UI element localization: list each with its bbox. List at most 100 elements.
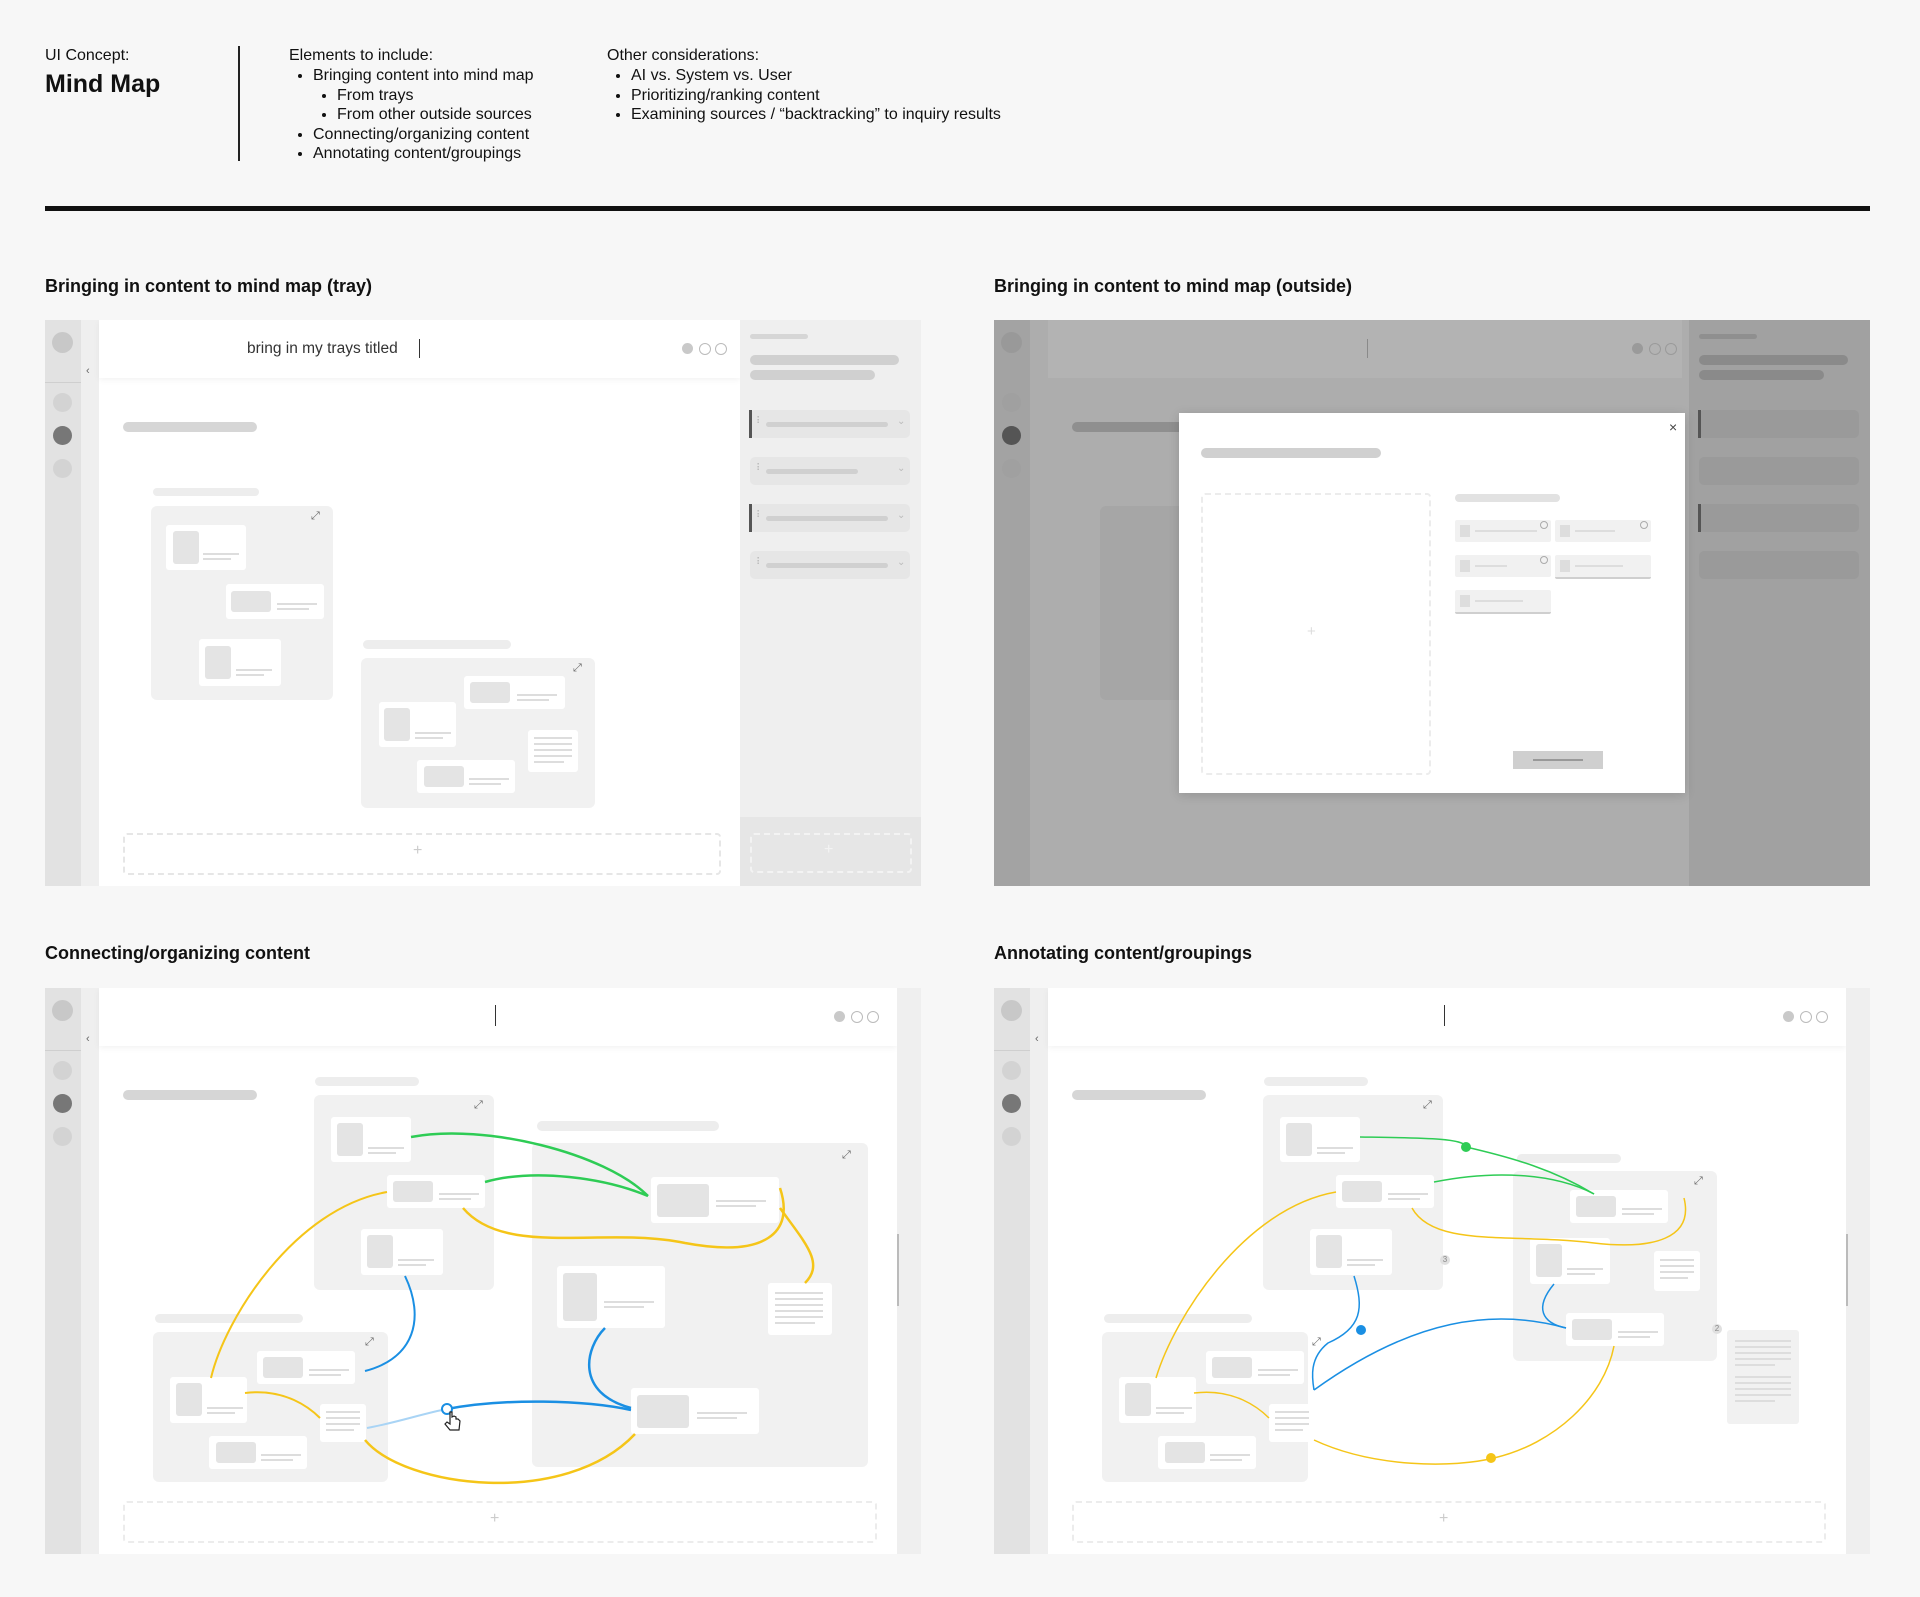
card-line xyxy=(517,699,549,701)
tray-panel-title xyxy=(1699,370,1824,380)
add-icon[interactable]: + xyxy=(490,1510,499,1528)
connection-green[interactable] xyxy=(1359,1136,1595,1195)
connection-blue[interactable] xyxy=(446,1400,632,1412)
chevron-down-icon[interactable]: ⌄ xyxy=(897,416,905,427)
import-modal: × + xyxy=(1179,413,1685,793)
confirm-button-label-placeholder xyxy=(1533,759,1583,761)
source-chip-line xyxy=(1475,530,1537,532)
chevron-down-icon[interactable]: ⌄ xyxy=(897,557,905,568)
rail-nav-item-active xyxy=(1002,426,1021,445)
rail-nav-item xyxy=(1002,459,1021,478)
elements-subitem: From trays xyxy=(337,86,534,106)
connection-blue[interactable] xyxy=(588,1327,632,1410)
note-line xyxy=(534,743,572,745)
elements-subitem: From other outside sources xyxy=(337,105,534,125)
collapse-icon[interactable]: ‹ xyxy=(86,365,90,377)
page-indicator-dot xyxy=(1665,343,1677,355)
connection-green[interactable] xyxy=(1433,1174,1595,1195)
annotation-node-green[interactable] xyxy=(1461,1142,1471,1152)
page-indicator-dot[interactable] xyxy=(715,343,727,355)
page-indicator-dot[interactable] xyxy=(682,343,693,354)
rail-nav-item[interactable] xyxy=(53,393,72,412)
remove-icon[interactable] xyxy=(1640,521,1648,529)
tray-panel-title xyxy=(1699,355,1848,365)
connection-yellow[interactable] xyxy=(210,1191,388,1379)
connection-yellow[interactable] xyxy=(1313,1345,1615,1465)
connection-yellow[interactable] xyxy=(364,1433,636,1485)
source-chip-thumbnail xyxy=(1460,560,1470,572)
connection-green[interactable] xyxy=(410,1132,649,1197)
note-line xyxy=(534,761,564,763)
connection-yellow[interactable] xyxy=(1155,1191,1337,1379)
mindmap-frame-tray: ‹ bring in my trays titled ⤢ ⤢ + ⠇ ⌄ ⠇ ⌄… xyxy=(45,320,921,886)
card-thumbnail xyxy=(231,591,271,612)
annotation-node-yellow[interactable] xyxy=(1486,1453,1496,1463)
connection-blue[interactable] xyxy=(1542,1283,1567,1329)
add-icon[interactable]: + xyxy=(1307,623,1316,640)
expand-icon[interactable]: ⤢ xyxy=(311,510,320,523)
tray-item-selected-marker xyxy=(1698,504,1701,532)
elements-title: Elements to include: xyxy=(289,47,434,64)
considerations-item: Examining sources / “backtracking” to in… xyxy=(631,105,1001,125)
chevron-down-icon[interactable]: ⌄ xyxy=(897,463,905,474)
source-chip-thumbnail xyxy=(1560,560,1570,572)
tray-item-label xyxy=(766,563,888,568)
chevron-down-icon[interactable]: ⌄ xyxy=(897,510,905,521)
connection-yellow[interactable] xyxy=(778,1207,815,1284)
rail-divider xyxy=(45,382,81,383)
collapse-strip xyxy=(81,320,99,886)
card-thumbnail xyxy=(384,708,410,741)
card-line xyxy=(203,558,231,560)
tray-panel xyxy=(1689,320,1870,886)
card-line xyxy=(277,603,317,605)
connection-yellow[interactable] xyxy=(244,1391,321,1419)
source-chip-line xyxy=(1475,565,1507,567)
rail-nav-item-active[interactable] xyxy=(53,426,72,445)
tray-item xyxy=(1699,504,1859,532)
connection-yellow[interactable] xyxy=(1411,1197,1687,1246)
source-chip-thumbnail xyxy=(1460,595,1470,607)
section-title-tray: Bringing in content to mind map (tray) xyxy=(45,276,372,296)
rail-nav-item[interactable] xyxy=(53,459,72,478)
connection-pending[interactable] xyxy=(366,1408,448,1429)
elements-block: Elements to include: Bringing content in… xyxy=(289,47,534,164)
upload-dropzone[interactable] xyxy=(1201,493,1431,775)
text-caret xyxy=(419,339,420,358)
annotation-node-blue[interactable] xyxy=(1356,1325,1366,1335)
modal-title-placeholder xyxy=(1201,448,1381,458)
drag-handle-icon[interactable]: ⠇ xyxy=(756,510,763,521)
connection-blue[interactable] xyxy=(1311,1275,1360,1391)
add-content-dropzone[interactable] xyxy=(1072,1501,1826,1543)
tray-panel xyxy=(740,320,921,886)
remove-icon[interactable] xyxy=(1540,521,1548,529)
tray-item-label xyxy=(766,422,888,427)
drag-handle-icon[interactable]: ⠇ xyxy=(756,416,763,427)
note-line xyxy=(534,755,572,757)
connection-blue[interactable] xyxy=(1313,1318,1567,1391)
remove-icon[interactable] xyxy=(1540,556,1548,564)
connection-yellow[interactable] xyxy=(1193,1391,1270,1419)
add-icon[interactable]: + xyxy=(413,842,422,860)
tray-item xyxy=(1699,410,1859,438)
connection-blue[interactable] xyxy=(364,1275,416,1372)
considerations-item: Prioritizing/ranking content xyxy=(631,86,1001,106)
avatar[interactable] xyxy=(52,332,73,353)
section-title-connecting: Connecting/organizing content xyxy=(45,943,310,963)
page-indicator-dot[interactable] xyxy=(699,343,711,355)
group-label-placeholder xyxy=(153,488,259,496)
close-icon[interactable]: × xyxy=(1669,419,1677,435)
add-content-dropzone[interactable] xyxy=(123,1501,877,1543)
mindmap-frame-connecting: ‹ ⤢ ⤢ ⤢ + xyxy=(45,988,921,1554)
expand-icon[interactable]: ⤢ xyxy=(573,662,582,675)
map-title-placeholder xyxy=(123,422,257,432)
page-indicator-dot xyxy=(1649,343,1661,355)
drag-handle-icon[interactable]: ⠇ xyxy=(756,463,763,474)
drag-handle-icon[interactable]: ⠇ xyxy=(756,557,763,568)
add-icon[interactable]: + xyxy=(1439,1510,1448,1528)
search-input[interactable]: bring in my trays titled xyxy=(247,340,398,358)
elements-item: Connecting/organizing content xyxy=(313,125,534,145)
tray-item xyxy=(1699,551,1859,579)
card-line xyxy=(415,732,451,734)
connection-yellow[interactable] xyxy=(462,1187,785,1249)
add-icon[interactable]: + xyxy=(824,841,833,859)
